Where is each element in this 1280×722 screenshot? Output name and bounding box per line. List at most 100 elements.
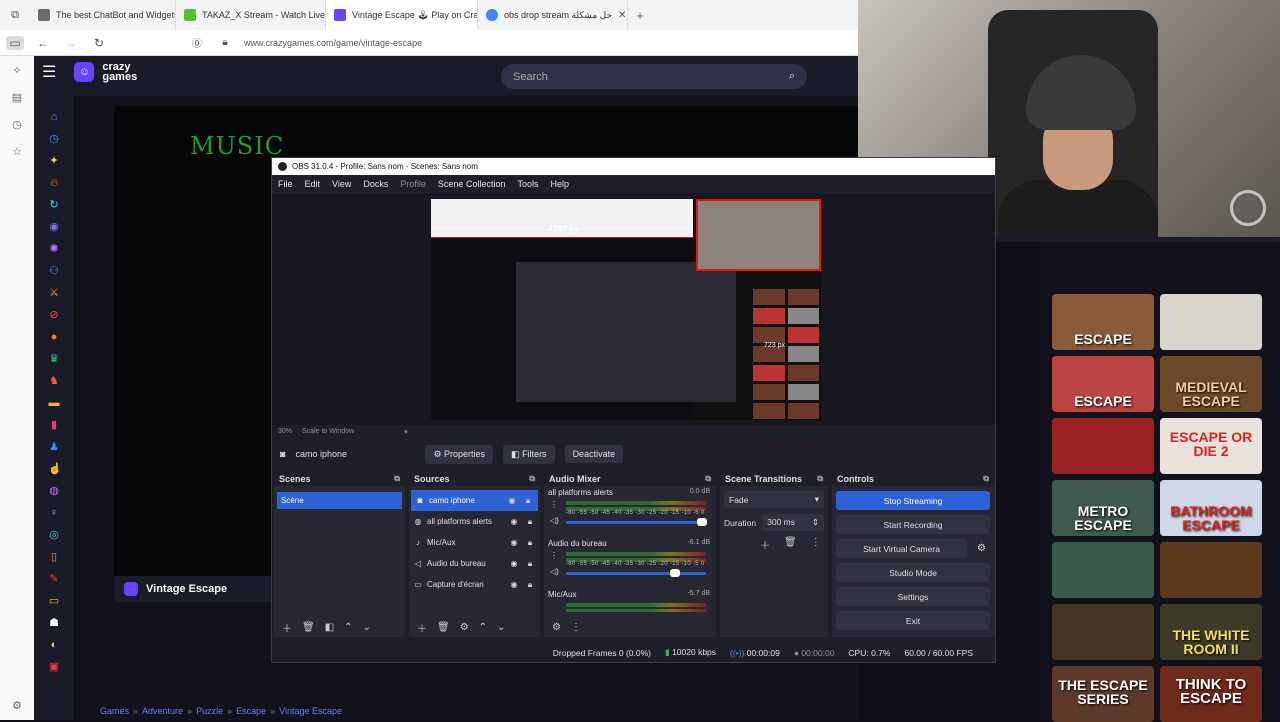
history-icon[interactable]: ◷: [12, 118, 22, 131]
source-row[interactable]: ◁ Audio du bureau ◉ 🔒︎: [409, 553, 540, 574]
bike-icon[interactable]: ♞: [48, 374, 60, 388]
menu-icon[interactable]: ☰: [42, 62, 56, 82]
fps-icon[interactable]: ✎: [48, 572, 60, 586]
chevron-up-icon[interactable]: ⌃: [344, 622, 352, 633]
menu-docks[interactable]: Docks: [363, 179, 388, 189]
undock-icon[interactable]: ⧉: [817, 474, 823, 484]
beauty-icon[interactable]: ♛: [48, 352, 60, 366]
source-row[interactable]: ▭ Capture d'écran ◉ 🔒︎: [409, 574, 540, 595]
game-thumb[interactable]: THE ESCAPE SERIES: [1052, 666, 1154, 722]
pacman-icon[interactable]: ◐: [48, 638, 60, 652]
menu-tools[interactable]: Tools: [517, 179, 538, 189]
source-row[interactable]: ◍ all platforms alerts ◉ 🔒︎: [409, 511, 540, 532]
originals-icon[interactable]: ◉: [48, 220, 60, 234]
game-thumb[interactable]: ESCAPE: [1052, 356, 1154, 412]
new-tab-icon[interactable]: +: [628, 8, 652, 23]
filter-icon[interactable]: ◧: [325, 622, 334, 633]
volume-slider[interactable]: [566, 518, 707, 526]
breadcrumb-adventure[interactable]: Adventure: [142, 706, 183, 716]
game-thumb[interactable]: [1160, 542, 1262, 598]
site-logo[interactable]: ☰ ☺ crazy games: [42, 62, 137, 83]
sidebar-toggle-icon[interactable]: ▭: [6, 35, 24, 50]
breadcrumb-current[interactable]: Vintage Escape: [279, 706, 342, 716]
clicker-icon[interactable]: ☝: [48, 462, 62, 476]
escape-icon[interactable]: ▯: [48, 550, 60, 564]
tab-vintage-escape[interactable]: Vintage Escape 🕹 Play on Cra ✕: [326, 0, 478, 30]
kebab-menu-icon[interactable]: ⋮: [571, 622, 581, 633]
controller-icon[interactable]: ◍: [48, 484, 60, 498]
basketball-icon[interactable]: ●: [48, 330, 60, 344]
settings-button[interactable]: Settings: [836, 587, 990, 606]
eye-icon[interactable]: ◉: [508, 580, 520, 589]
advanced-audio-icon[interactable]: ⚙: [552, 622, 561, 633]
menu-scene-collection[interactable]: Scene Collection: [438, 179, 506, 189]
duration-input[interactable]: 300 ms ⇕: [762, 514, 824, 531]
tab-chatbot[interactable]: The best ChatBot and Widgets ✕: [30, 0, 176, 30]
home-icon[interactable]: ⌂: [48, 110, 60, 124]
speaker-icon[interactable]: ◁): [550, 516, 559, 525]
forward-icon[interactable]: →: [62, 36, 80, 50]
studio-mode-button[interactable]: Studio Mode: [836, 563, 990, 582]
preview-canvas[interactable]: 1287 px 723 px: [431, 199, 821, 420]
trash-icon[interactable]: 🗑︎: [302, 622, 315, 633]
menu-view[interactable]: View: [332, 179, 351, 189]
breadcrumb-games[interactable]: Games: [100, 706, 129, 716]
menu-file[interactable]: File: [278, 179, 293, 189]
game-thumb[interactable]: [1052, 542, 1154, 598]
kebab-menu-icon[interactable]: ⋮: [550, 551, 558, 560]
multiplayer-icon[interactable]: ✺: [48, 242, 60, 256]
io-icon[interactable]: ☗: [48, 616, 60, 630]
action-icon[interactable]: ⚔: [48, 286, 60, 300]
scale-mode-select[interactable]: Scale to Window: [302, 428, 354, 436]
kebab-menu-icon[interactable]: ⋮: [550, 500, 558, 509]
game-thumb[interactable]: ESCAPE OR DIE 2: [1160, 418, 1262, 474]
search-input[interactable]: Search ⌕: [501, 64, 807, 89]
back-icon[interactable]: ←: [34, 36, 52, 50]
tab-obs-drop[interactable]: obs drop stream حل مشكلة ✕: [478, 0, 628, 30]
speaker-icon[interactable]: ◁): [550, 567, 559, 576]
game-thumb[interactable]: [1160, 294, 1262, 350]
chevron-down-icon[interactable]: ▾: [404, 428, 408, 436]
breadcrumb-escape[interactable]: Escape: [236, 706, 266, 716]
lock-icon[interactable]: 🔒︎: [524, 517, 536, 527]
tab-actions-icon[interactable]: ⧉: [0, 9, 30, 22]
game-thumb[interactable]: ESCAPE: [1052, 294, 1154, 350]
stepper-icon[interactable]: ⇕: [812, 517, 819, 528]
transition-select[interactable]: Fade ▾: [724, 491, 824, 508]
favorites-icon[interactable]: ☆: [12, 145, 22, 158]
driving-icon[interactable]: ◎: [48, 528, 60, 542]
undock-icon[interactable]: ⧉: [529, 474, 535, 484]
collections-icon[interactable]: ▤: [12, 91, 22, 104]
lock-icon[interactable]: 🔒︎: [524, 580, 536, 590]
volume-slider[interactable]: [566, 569, 706, 577]
game-thumb[interactable]: [1052, 604, 1154, 660]
trash-icon[interactable]: 🗑︎: [784, 537, 797, 552]
exit-button[interactable]: Exit: [836, 611, 990, 630]
game-thumb[interactable]: THE WHITE ROOM II: [1160, 604, 1262, 660]
scene-item[interactable]: Scène: [277, 492, 402, 509]
add-icon[interactable]: ＋: [417, 620, 427, 635]
adventure-icon[interactable]: ⊘: [48, 308, 60, 322]
search-icon[interactable]: ⌕: [789, 70, 795, 83]
recent-icon[interactable]: ◷: [48, 132, 60, 146]
new-icon[interactable]: ✦: [48, 154, 60, 168]
breadcrumb-puzzle[interactable]: Puzzle: [196, 706, 223, 716]
filters-button[interactable]: ◧ Filters: [503, 444, 555, 464]
add-icon[interactable]: ＋: [282, 620, 292, 635]
game-thumb[interactable]: [1052, 418, 1154, 474]
undock-icon[interactable]: ⧉: [983, 474, 989, 484]
menu-profile[interactable]: Profile: [400, 179, 426, 189]
reload-icon[interactable]: ↻: [90, 36, 108, 50]
undock-icon[interactable]: ⧉: [394, 474, 400, 484]
eye-icon[interactable]: ◉: [506, 496, 518, 505]
chevron-down-icon[interactable]: ⌄: [363, 622, 371, 633]
deactivate-button[interactable]: Deactivate: [564, 445, 624, 463]
updated-icon[interactable]: ↻: [48, 198, 60, 212]
tab-takaz-stream[interactable]: TAKAZ_X Stream - Watch Live o ✕: [176, 0, 326, 30]
sparkle-icon[interactable]: ✧: [12, 64, 21, 77]
gear-icon[interactable]: ⚙: [460, 622, 469, 633]
eye-icon[interactable]: ◉: [508, 517, 520, 526]
kebab-menu-icon[interactable]: ⋮: [811, 537, 821, 552]
add-icon[interactable]: ＋: [760, 537, 770, 552]
start-recording-button[interactable]: Start Recording: [836, 515, 990, 534]
